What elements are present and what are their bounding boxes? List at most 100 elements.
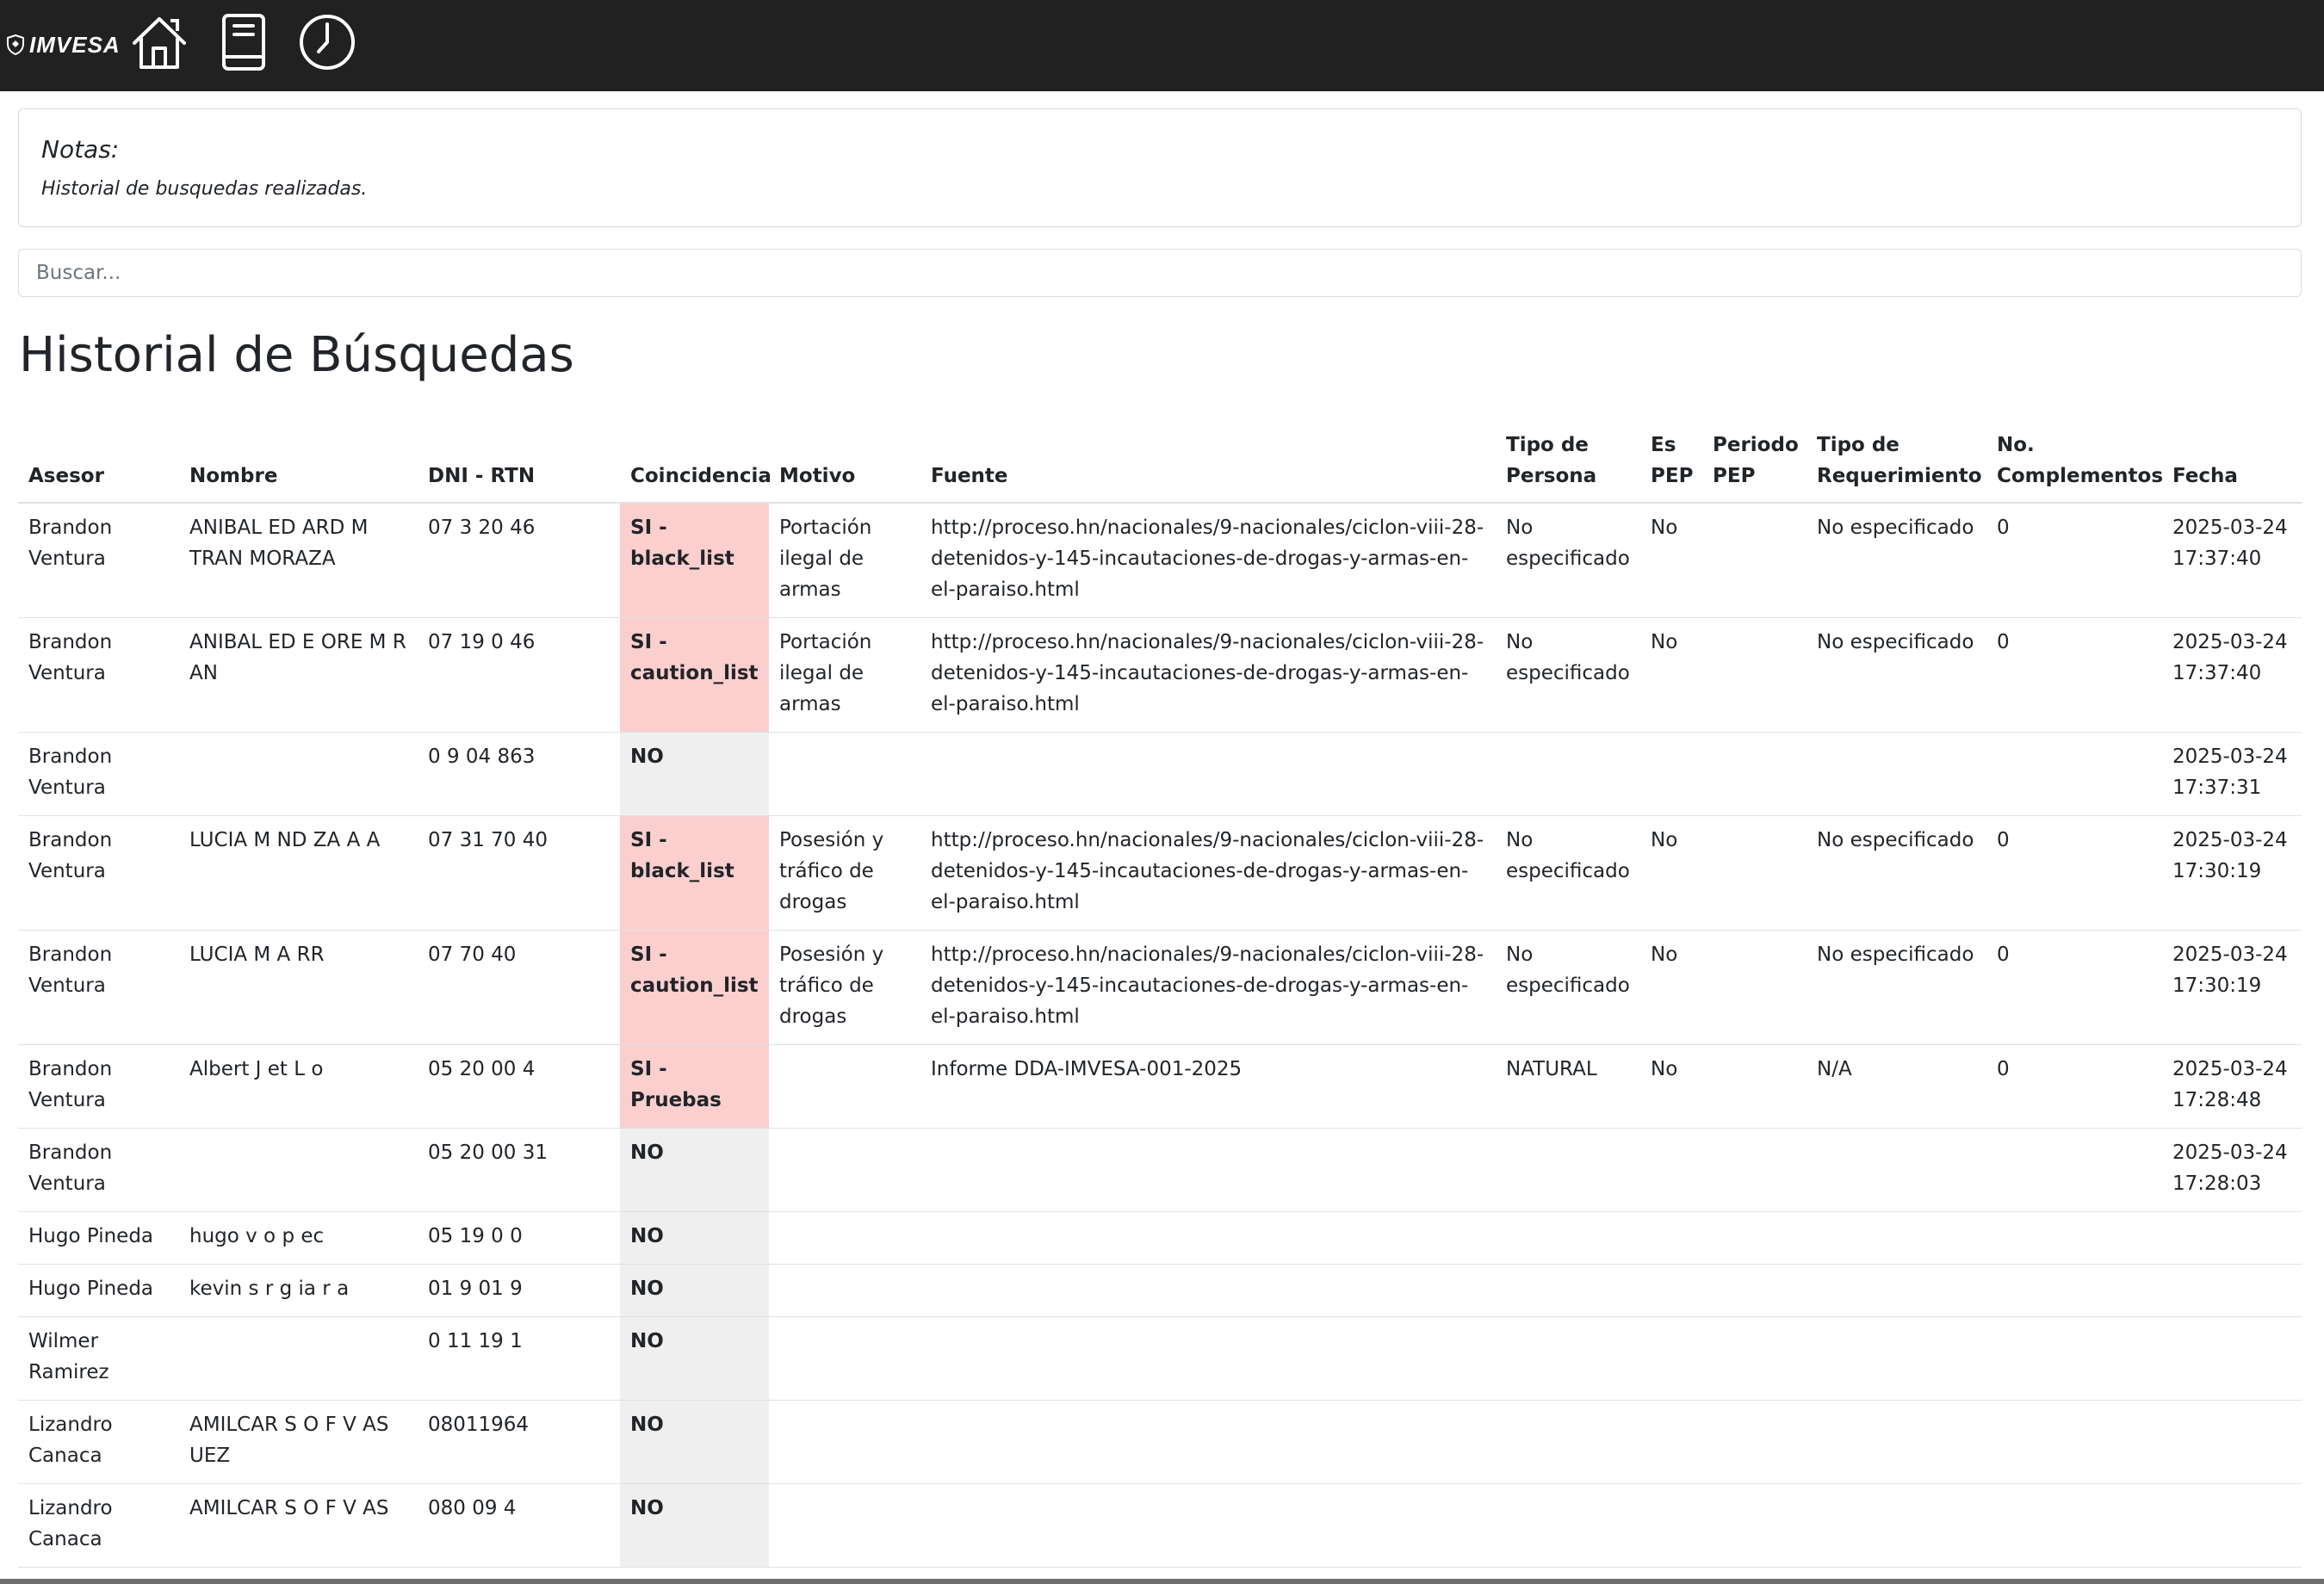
history-table-container: Asesor Nombre DNI - RTN Coincidencia Mot… — [18, 424, 2302, 1568]
cell-motivo: Posesión y tráfico de drogas — [769, 930, 920, 1045]
cell-es-pep — [1640, 1264, 1702, 1317]
logo-text: IMVESA — [29, 31, 121, 58]
home-icon[interactable] — [129, 12, 189, 72]
cell-motivo — [769, 1316, 920, 1401]
cell-asesor: Hugo Pineda — [18, 1211, 179, 1265]
cell-asesor: Brandon Ventura — [18, 732, 179, 816]
cell-complementos — [1986, 1211, 2162, 1265]
cell-coincidencia: NO — [620, 1400, 769, 1484]
table-row: Lizandro Canaca AMILCAR S O F V AS UEZ 0… — [18, 1400, 2302, 1484]
cell-nombre: LUCIA M A RR — [179, 930, 418, 1045]
cell-coincidencia: SI - Pruebas — [620, 1044, 769, 1129]
cell-tipo-requerimiento: No especificado — [1807, 930, 1986, 1045]
cell-fuente — [920, 1128, 1496, 1212]
search-input[interactable] — [18, 249, 2302, 297]
cell-complementos: 0 — [1986, 815, 2162, 931]
cell-periodo-pep — [1702, 1264, 1807, 1317]
cell-es-pep: No — [1640, 930, 1702, 1045]
cell-complementos: 0 — [1986, 1044, 2162, 1129]
clock-icon[interactable] — [297, 12, 357, 72]
cell-tipo-requerimiento: No especificado — [1807, 617, 1986, 733]
column-header: Fecha — [2162, 424, 2302, 504]
cell-asesor: Brandon Ventura — [18, 1128, 179, 1212]
notes-text: Historial de busquedas realizadas. — [41, 178, 368, 200]
cell-asesor: Lizandro Canaca — [18, 1400, 179, 1484]
cell-fuente — [920, 1316, 1496, 1401]
table-row: Brandon Ventura ANIBAL ED ARD M TRAN MOR… — [18, 503, 2302, 618]
cell-complementos: 0 — [1986, 617, 2162, 733]
cell-tipo-requerimiento: No especificado — [1807, 503, 1986, 618]
cell-fecha: 2025-03-24 17:37:40 — [2162, 503, 2302, 618]
cell-fuente: http://proceso.hn/nacionales/9-nacionale… — [920, 503, 1496, 618]
cell-es-pep — [1640, 1211, 1702, 1265]
cell-periodo-pep — [1702, 503, 1807, 618]
cell-coincidencia: NO — [620, 1128, 769, 1212]
cell-fecha — [2162, 1400, 2302, 1484]
cell-dni: 07 31 70 40 — [418, 815, 620, 931]
table-row: Brandon Ventura 05 20 00 31 NO 2025-03-2… — [18, 1128, 2302, 1212]
cell-es-pep — [1640, 1316, 1702, 1401]
column-header: No. Complementos — [1986, 424, 2163, 504]
cell-coincidencia: SI - black_list — [620, 503, 769, 618]
cell-motivo — [769, 1044, 920, 1129]
cell-fecha: 2025-03-24 17:37:31 — [2162, 732, 2302, 816]
column-header: Fuente — [920, 424, 1496, 504]
cell-fuente: http://proceso.hn/nacionales/9-nacionale… — [920, 930, 1496, 1045]
cell-complementos — [1986, 1316, 2162, 1401]
column-header: Motivo — [769, 424, 920, 504]
cell-fecha — [2162, 1483, 2302, 1568]
cell-fuente — [920, 1483, 1496, 1568]
cell-nombre: LUCIA M ND ZA A A — [179, 815, 418, 931]
cell-coincidencia: NO — [620, 1483, 769, 1568]
cell-nombre — [179, 732, 418, 816]
cell-tipo-persona — [1496, 1400, 1640, 1484]
cell-periodo-pep — [1702, 732, 1807, 816]
cell-asesor: Brandon Ventura — [18, 617, 179, 733]
cell-complementos — [1986, 732, 2162, 816]
cell-coincidencia: SI - caution_list — [620, 617, 769, 733]
cell-fecha — [2162, 1264, 2302, 1317]
cell-asesor: Brandon Ventura — [18, 930, 179, 1045]
column-header: Nombre — [179, 424, 418, 504]
cell-motivo: Portación ilegal de armas — [769, 617, 920, 733]
cell-motivo — [769, 1400, 920, 1484]
cell-complementos: 0 — [1986, 503, 2162, 618]
cell-coincidencia: SI - caution_list — [620, 930, 769, 1045]
cell-fecha: 2025-03-24 17:28:48 — [2162, 1044, 2302, 1129]
top-navbar: IMVESA — [0, 0, 2324, 91]
book-icon[interactable] — [214, 12, 274, 72]
cell-periodo-pep — [1702, 1400, 1807, 1484]
cell-fuente — [920, 732, 1496, 816]
cell-nombre: ANIBAL ED E ORE M R AN — [179, 617, 418, 733]
cell-fuente — [920, 1211, 1496, 1265]
cell-nombre: AMILCAR S O F V AS UEZ — [179, 1400, 418, 1484]
cell-fecha — [2162, 1211, 2302, 1265]
cell-es-pep: No — [1640, 617, 1702, 733]
cell-complementos — [1986, 1400, 2162, 1484]
cell-tipo-requerimiento: N/A — [1807, 1044, 1986, 1129]
cell-tipo-requerimiento — [1807, 732, 1986, 816]
cell-tipo-requerimiento: No especificado — [1807, 815, 1986, 931]
cell-periodo-pep — [1702, 1211, 1807, 1265]
cell-coincidencia: NO — [620, 732, 769, 816]
column-header: DNI - RTN — [418, 424, 620, 504]
cell-complementos: 0 — [1986, 930, 2162, 1045]
cell-dni: 05 19 0 0 — [418, 1211, 620, 1265]
cell-tipo-persona — [1496, 1483, 1640, 1568]
column-header: Tipo de Requerimiento — [1807, 424, 1986, 504]
page-title: Historial de Búsquedas — [19, 327, 574, 383]
history-table: Asesor Nombre DNI - RTN Coincidencia Mot… — [18, 424, 2302, 1568]
cell-fecha: 2025-03-24 17:28:03 — [2162, 1128, 2302, 1212]
cell-es-pep: No — [1640, 1044, 1702, 1129]
cell-nombre — [179, 1316, 418, 1401]
shield-icon — [7, 34, 24, 55]
cell-nombre — [179, 1128, 418, 1212]
cell-asesor: Hugo Pineda — [18, 1264, 179, 1317]
cell-tipo-persona: No especificado — [1496, 617, 1640, 733]
brand-logo[interactable]: IMVESA — [7, 29, 121, 60]
cell-motivo — [769, 1128, 920, 1212]
cell-tipo-requerimiento — [1807, 1483, 1986, 1568]
cell-complementos — [1986, 1128, 2162, 1212]
cell-dni: 0 9 04 863 — [418, 732, 620, 816]
column-header: Asesor — [18, 424, 179, 504]
